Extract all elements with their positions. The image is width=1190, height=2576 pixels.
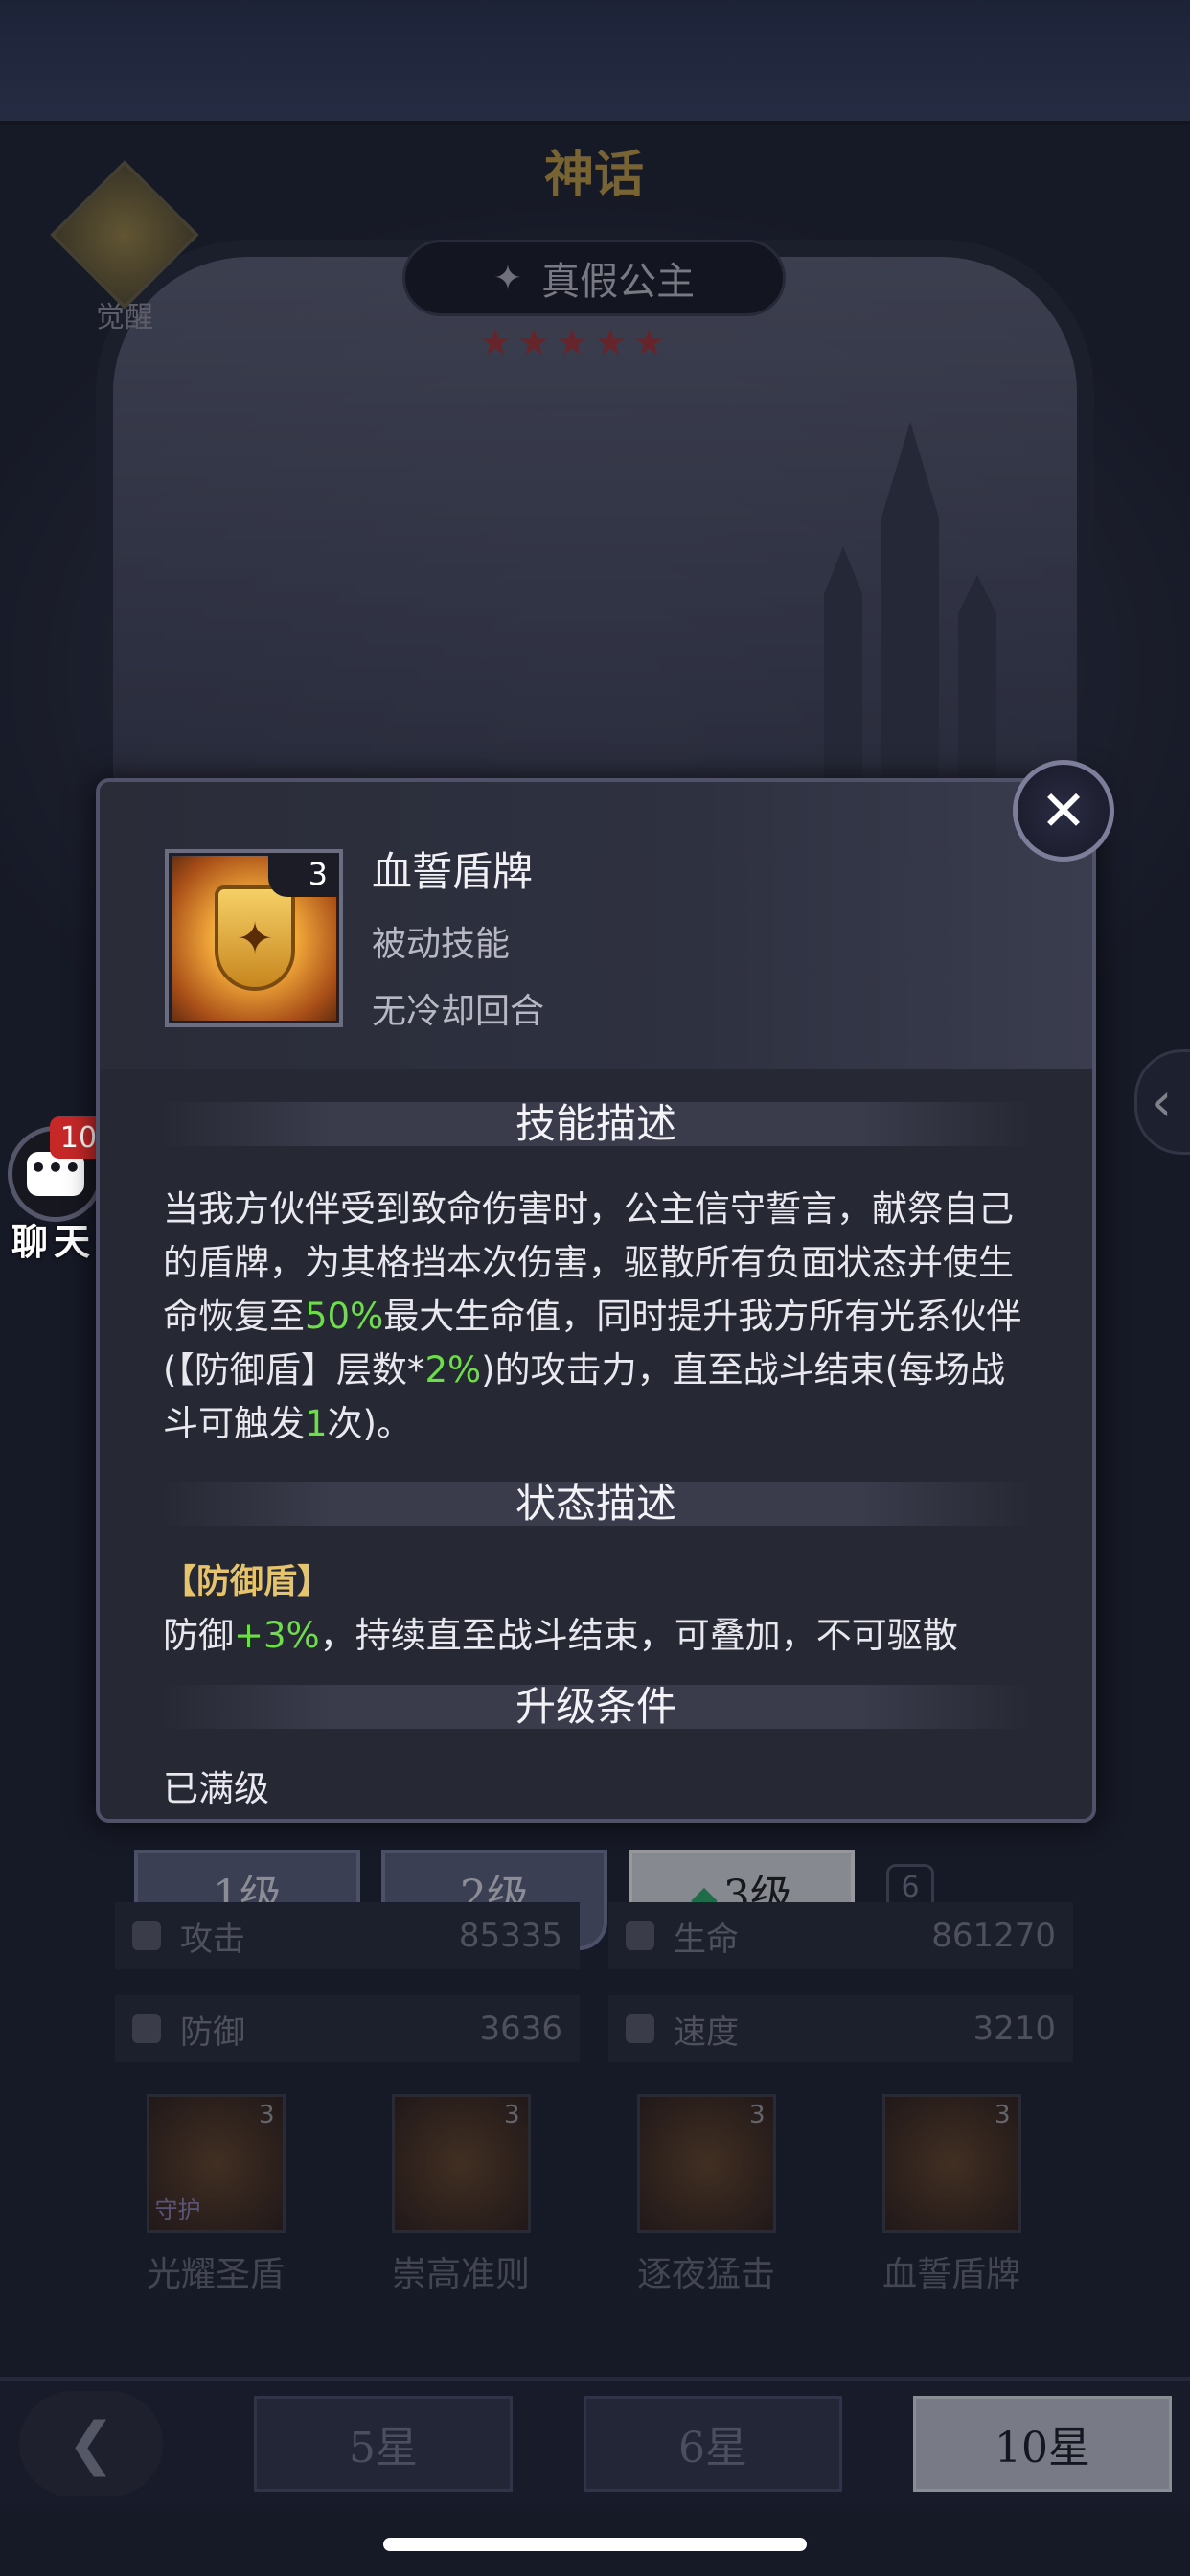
state-description: 防御+3%，持续直至战斗结束，可叠加，不可驱散: [163, 1615, 958, 1656]
state-name: 【防御盾】: [163, 1563, 332, 1601]
section-title-upgrade: 升级条件: [100, 1677, 1092, 1736]
close-x-icon: ✕: [1040, 778, 1087, 843]
skill-level-badge: 3: [268, 853, 339, 897]
chat-label: 聊天: [11, 1221, 97, 1263]
section-title-state: 状态描述: [100, 1474, 1092, 1533]
skill-detail-modal: ✦ 3 血誓盾牌 被动技能 无冷却回合 技能描述 当我方伙伴受到致命伤害时，公主…: [96, 778, 1096, 1823]
chat-button[interactable]: ••• 10 聊天: [0, 1116, 110, 1263]
section-title-description: 技能描述: [100, 1094, 1092, 1154]
home-indicator[interactable]: [383, 2538, 807, 2551]
skill-detail-icon: ✦ 3: [165, 849, 343, 1027]
shield-icon: ✦: [215, 886, 295, 991]
skill-description: 当我方伙伴受到致命伤害时，公主信守誓言，献祭自己的盾牌，为其格挡本次伤害，驱散所…: [163, 1188, 1022, 1444]
close-button[interactable]: ✕: [1013, 760, 1114, 862]
skill-cooldown: 无冷却回合: [372, 992, 545, 1031]
skill-type: 被动技能: [372, 925, 511, 964]
upgrade-status: 已满级: [163, 1768, 269, 1809]
skill-title: 血誓盾牌: [372, 848, 534, 895]
